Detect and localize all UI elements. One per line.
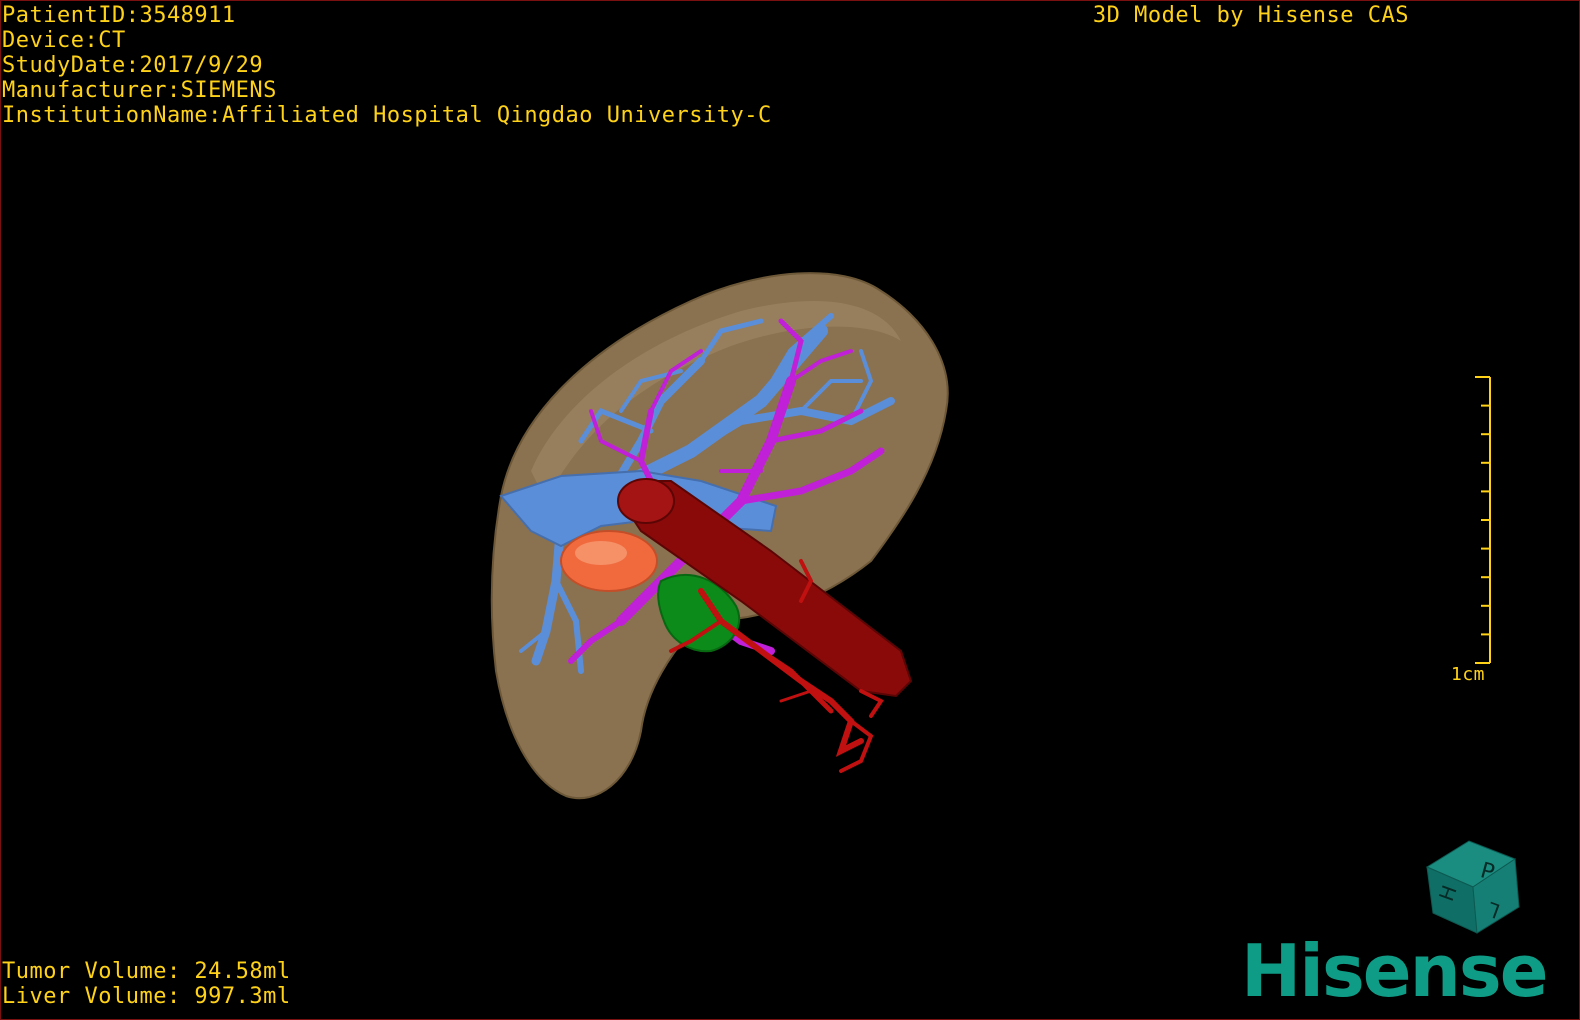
hisense-logo: Hisense <box>1241 929 1549 1013</box>
study-date: StudyDate:2017/9/29 <box>2 53 264 78</box>
tumor-highlight <box>575 541 627 565</box>
liver-3d-model[interactable] <box>1 1 1580 1020</box>
patient-info-overlay: PatientID:3548911 Device:CT StudyDate:2017… <box>2 3 772 128</box>
patient-id: PatientID:3548911 <box>2 3 236 28</box>
device-label: Device:CT <box>2 28 126 53</box>
scale-bar-label: 1cm <box>1451 664 1486 685</box>
tumor-volume: Tumor Volume: 24.58ml <box>2 959 291 984</box>
3d-viewport[interactable]: PatientID:3548911 Device:CT StudyDate:2017… <box>0 0 1580 1020</box>
manufacturer: Manufacturer:SIEMENS <box>2 78 277 103</box>
vena-cava-end <box>617 478 675 524</box>
liver-volume: Liver Volume: 997.3ml <box>2 984 291 1009</box>
volume-overlay: Tumor Volume: 24.58ml Liver Volume: 997.3… <box>2 959 291 1009</box>
institution-name: InstitutionName:Affiliated Hospital Qing… <box>2 103 772 128</box>
scale-bar <box>1475 376 1491 664</box>
model-title: 3D Model by Hisense CAS <box>1092 3 1409 28</box>
